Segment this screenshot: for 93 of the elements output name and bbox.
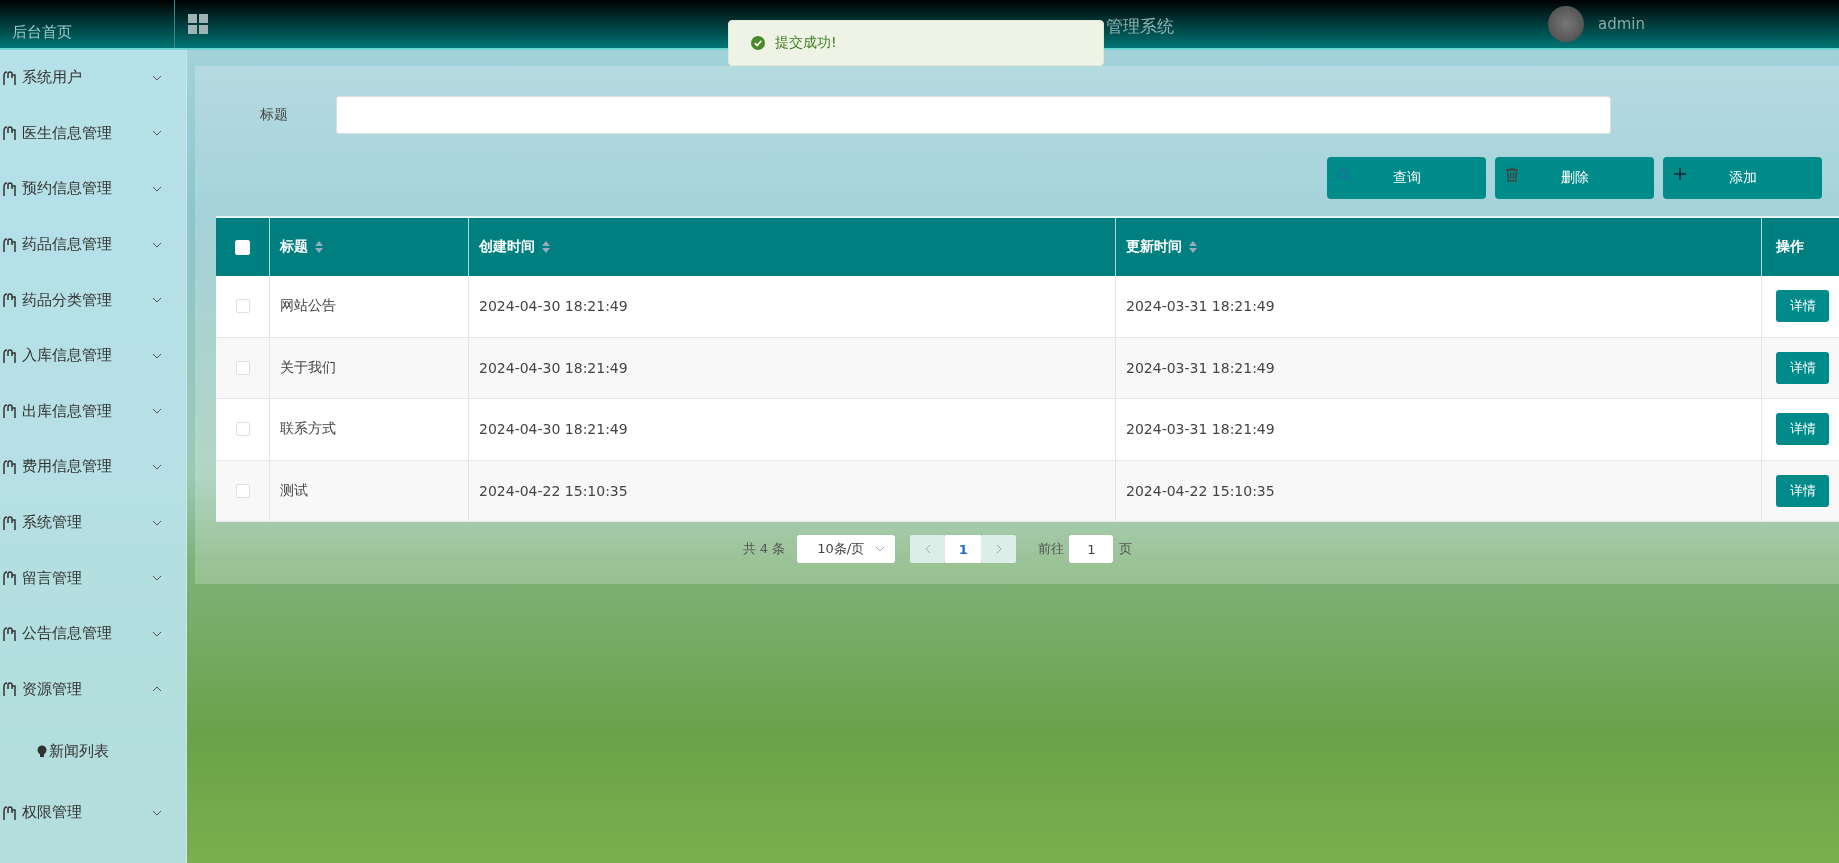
menu-label: 费用信息管理 xyxy=(22,457,113,477)
previous-page-button[interactable] xyxy=(910,535,946,563)
goto-label: 前往 xyxy=(1038,540,1065,558)
row-checkbox[interactable] xyxy=(235,360,250,375)
table-cell: 2024-04-22 15:10:35 xyxy=(1126,482,1275,499)
chevron-down-icon xyxy=(152,241,162,248)
sidebar-menu-item[interactable]: 系统管理 xyxy=(0,494,186,551)
row-checkbox[interactable] xyxy=(235,299,250,314)
menu-label: 系统管理 xyxy=(22,513,83,533)
total-count: 共 4 条 xyxy=(742,540,786,558)
menu-label: 医生信息管理 xyxy=(22,123,113,143)
trash-icon xyxy=(1505,167,1519,182)
chevron-down-icon xyxy=(152,575,162,582)
grid-icon xyxy=(188,14,208,34)
submenu-item[interactable]: 新闻列表 xyxy=(0,717,186,786)
menu-label: 权限管理 xyxy=(22,803,83,823)
chevron-down-icon xyxy=(152,297,162,304)
table-cell: 测试 xyxy=(280,481,308,500)
menu-label: 药品信息管理 xyxy=(22,235,113,255)
home-link[interactable]: 后台首页 xyxy=(0,0,175,48)
menu-label: 公告信息管理 xyxy=(22,624,113,644)
sidebar-menu-item[interactable]: 出库信息管理 xyxy=(0,383,186,440)
title-search-field[interactable] xyxy=(336,96,1611,134)
page-size-select[interactable]: 10条/页 xyxy=(797,535,896,563)
chevron-down-icon xyxy=(152,130,162,137)
column-header: 标题 xyxy=(280,238,308,256)
search-icon xyxy=(1337,167,1351,182)
toast-message: 提交成功! xyxy=(775,34,837,52)
row-checkbox[interactable] xyxy=(235,483,250,498)
menu-label: 预约信息管理 xyxy=(22,179,113,199)
chevron-down-icon xyxy=(152,809,162,816)
table-cell: 2024-04-30 18:21:49 xyxy=(479,359,628,376)
table-cell: 2024-04-22 15:10:35 xyxy=(479,482,628,499)
chevron-down-icon xyxy=(152,408,162,415)
chevron-down-icon xyxy=(152,352,162,359)
system-title: 管理系统 xyxy=(1106,14,1174,38)
chevron-left-icon xyxy=(924,543,931,554)
table-cell: 2024-04-30 18:21:49 xyxy=(479,298,628,315)
details-button[interactable]: 详情 xyxy=(1776,474,1829,507)
table-cell: 2024-03-31 18:21:49 xyxy=(1126,421,1275,438)
sidebar-menu-item[interactable]: 留言管理 xyxy=(0,550,186,606)
sidebar-menu-item[interactable]: 入库信息管理 xyxy=(0,327,186,384)
sidebar-menu-item[interactable]: 医生信息管理 xyxy=(0,105,186,162)
menu-label: 留言管理 xyxy=(22,568,83,588)
menu-label: 新闻列表 xyxy=(49,741,109,761)
menu-label: 资源管理 xyxy=(22,679,83,699)
select-all-checkbox[interactable] xyxy=(235,239,250,255)
menu-label: 系统用户 xyxy=(22,68,83,88)
chevron-down-icon xyxy=(152,519,162,526)
delete-button[interactable]: 删除 xyxy=(1495,157,1654,199)
chevron-down-icon xyxy=(152,186,162,192)
page-number[interactable]: 1 xyxy=(945,535,982,563)
sidebar-menu-item[interactable]: 权限管理 xyxy=(0,785,186,841)
sidebar-menu-item[interactable]: 预约信息管理 xyxy=(0,161,186,217)
details-button[interactable]: 详情 xyxy=(1776,351,1829,384)
sidebar-menu-item[interactable]: 药品信息管理 xyxy=(0,216,186,273)
add-button[interactable]: 添加 xyxy=(1663,157,1822,199)
sidebar-menu-item[interactable]: 资源管理 xyxy=(0,661,186,718)
bulb-icon xyxy=(37,744,47,758)
search-label: 标题 xyxy=(259,106,289,124)
plus-icon xyxy=(1673,167,1687,182)
menu-label: 药品分类管理 xyxy=(22,290,113,310)
table-cell: 2024-04-30 18:21:49 xyxy=(479,421,628,438)
search-button[interactable]: 查询 xyxy=(1327,157,1486,199)
menu-label: 出库信息管理 xyxy=(22,401,113,421)
table-cell: 关于我们 xyxy=(280,358,336,377)
column-header: 创建时间 xyxy=(479,238,535,256)
avatar xyxy=(1548,6,1584,42)
next-page-button[interactable] xyxy=(981,535,1017,563)
sidebar-menu-item[interactable]: 药品分类管理 xyxy=(0,272,186,328)
table-cell: 联系方式 xyxy=(280,420,336,439)
page-suffix: 页 xyxy=(1119,540,1133,558)
column-header: 操作 xyxy=(1776,238,1804,256)
sidebar-menu-item[interactable]: 公告信息管理 xyxy=(0,605,186,662)
row-checkbox[interactable] xyxy=(235,422,250,437)
sidebar-menu-item[interactable]: 费用信息管理 xyxy=(0,439,186,495)
chevron-up-icon xyxy=(152,686,162,693)
goto-page-field[interactable]: 1 xyxy=(1069,535,1114,563)
chevron-down-icon xyxy=(152,463,162,470)
user-name: admin xyxy=(1598,15,1645,33)
details-button[interactable]: 详情 xyxy=(1776,290,1829,323)
table-cell: 网站公告 xyxy=(280,297,336,316)
menu-label: 入库信息管理 xyxy=(22,346,113,366)
chevron-right-icon xyxy=(995,543,1002,554)
sidebar-menu-item[interactable]: 系统用户 xyxy=(0,50,186,106)
check-circle-icon xyxy=(751,36,765,50)
chevron-down-icon xyxy=(875,546,886,552)
table-cell: 2024-03-31 18:21:49 xyxy=(1126,359,1275,376)
table-cell: 2024-03-31 18:21:49 xyxy=(1126,298,1275,315)
column-header: 更新时间 xyxy=(1126,238,1182,256)
details-button[interactable]: 详情 xyxy=(1776,413,1829,446)
chevron-down-icon xyxy=(152,630,162,637)
chevron-down-icon xyxy=(152,74,162,81)
